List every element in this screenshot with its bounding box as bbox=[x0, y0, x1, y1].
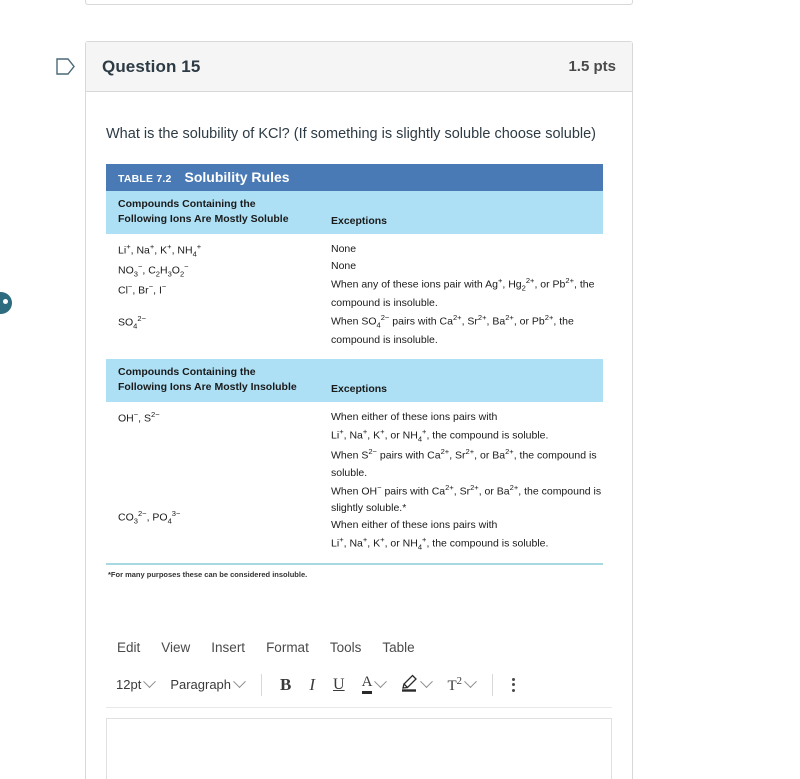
block-format-value: Paragraph bbox=[170, 677, 232, 692]
exception-text: When either of these ions pairs with Li+,… bbox=[331, 519, 549, 552]
soluble-exceptions-column: None None When any of these ions pair wi… bbox=[331, 241, 603, 349]
soluble-col1-header-line2: Following Ions Are Mostly Soluble bbox=[118, 212, 289, 225]
quiz-page: Question 15 1.5 pts What is the solubili… bbox=[0, 0, 800, 779]
question-body: What is the solubility of KCl? (If somet… bbox=[86, 92, 632, 779]
menu-format[interactable]: Format bbox=[258, 637, 317, 658]
table-name-label: Solubility Rules bbox=[184, 168, 290, 185]
flag-outline-icon[interactable] bbox=[56, 58, 75, 75]
soluble-section-header: Compounds Containing the Following Ions … bbox=[106, 190, 603, 235]
table-footnote: *For many purposes these can be consider… bbox=[108, 570, 308, 579]
bold-button[interactable]: B bbox=[272, 671, 299, 699]
solubility-rules-table: TABLE 7.2 Solubility Rules Compounds Con… bbox=[106, 163, 603, 579]
text-color-button[interactable]: A bbox=[355, 671, 393, 698]
highlight-color-button[interactable] bbox=[394, 670, 438, 699]
exception-text: When any of these ions pair with Ag+, Hg… bbox=[331, 276, 595, 310]
menu-tools[interactable]: Tools bbox=[322, 637, 370, 658]
menu-view[interactable]: View bbox=[153, 637, 198, 658]
question-header: Question 15 1.5 pts bbox=[86, 42, 632, 92]
highlighter-pen-icon bbox=[401, 674, 418, 695]
menu-table[interactable]: Table bbox=[374, 637, 422, 658]
insoluble-col1-header: Compounds Containing the Following Ions … bbox=[106, 365, 331, 395]
ion-formula: SO42− bbox=[118, 314, 146, 331]
font-size-dropdown[interactable]: 12pt bbox=[109, 673, 161, 696]
exception-text: None bbox=[331, 260, 357, 273]
ion-formula: CO32−, PO43− bbox=[118, 508, 181, 526]
question-card: Question 15 1.5 pts What is the solubili… bbox=[85, 41, 633, 779]
insoluble-col1-header-line1: Compounds Containing the bbox=[118, 365, 256, 378]
chevron-down-icon bbox=[143, 675, 157, 689]
soluble-ions-column: Li+, Na+, K+, NH4+ NO3−, C2H3O2− Cl−, Br… bbox=[106, 241, 331, 349]
table-title-bar: TABLE 7.2 Solubility Rules bbox=[106, 163, 603, 191]
insoluble-section-rows: OH−, S2− CO32−, PO43− When either of the… bbox=[106, 402, 603, 554]
navigation-indicator-dot[interactable] bbox=[0, 292, 12, 314]
exception-text: When OH− pairs with Ca2+, Sr2+, or Ba2+,… bbox=[331, 482, 602, 515]
italic-icon: I bbox=[309, 674, 316, 694]
menu-insert[interactable]: Insert bbox=[203, 637, 253, 658]
chevron-down-icon bbox=[464, 675, 477, 689]
insoluble-exceptions-column: When either of these ions pairs with Li+,… bbox=[331, 409, 603, 554]
chevron-down-icon bbox=[233, 675, 246, 689]
exception-text: When either of these ions pairs with Li+,… bbox=[331, 411, 549, 444]
question-title: Question 15 bbox=[102, 56, 201, 76]
exception-text: When S2− pairs with Ca2+, Sr2+, or Ba2+,… bbox=[331, 447, 597, 479]
editor-toolbar: 12pt Paragraph B I U A T2 bbox=[106, 664, 612, 708]
editor-menubar: Edit View Insert Format Tools Table bbox=[106, 637, 612, 664]
ion-formula: NO3−, C2H3O2− bbox=[118, 262, 189, 279]
text-color-icon: A bbox=[361, 674, 373, 694]
toolbar-divider bbox=[261, 673, 263, 696]
insoluble-col2-header: Exceptions bbox=[331, 383, 388, 396]
bold-icon: B bbox=[280, 674, 292, 694]
italic-button[interactable]: I bbox=[301, 671, 323, 699]
previous-question-card bbox=[85, 0, 633, 5]
toolbar-divider bbox=[492, 673, 494, 696]
soluble-col1-header-line1: Compounds Containing the bbox=[118, 197, 256, 210]
ion-formula: Li+, Na+, K+, NH4+ bbox=[118, 242, 202, 259]
underline-button[interactable]: U bbox=[325, 672, 353, 698]
soluble-section-rows: Li+, Na+, K+, NH4+ NO3−, C2H3O2− Cl−, Br… bbox=[106, 234, 603, 349]
more-options-icon[interactable] bbox=[503, 673, 524, 697]
chevron-down-icon bbox=[420, 675, 434, 689]
superscript-button[interactable]: T2 bbox=[440, 671, 482, 699]
exception-text: None bbox=[331, 243, 357, 256]
question-prompt: What is the solubility of KCl? (If somet… bbox=[106, 126, 597, 142]
ion-formula: OH−, S2− bbox=[118, 410, 160, 425]
superscript-icon: T2 bbox=[447, 674, 463, 694]
insoluble-section-header: Compounds Containing the Following Ions … bbox=[106, 358, 603, 403]
soluble-col1-header: Compounds Containing the Following Ions … bbox=[106, 197, 331, 227]
insoluble-ions-column: OH−, S2− CO32−, PO43− bbox=[106, 409, 331, 554]
chevron-down-icon bbox=[374, 675, 388, 689]
ion-formula: Cl−, Br−, I− bbox=[118, 281, 167, 297]
block-format-dropdown[interactable]: Paragraph bbox=[163, 673, 251, 696]
menu-edit[interactable]: Edit bbox=[109, 637, 148, 658]
answer-text-editor[interactable] bbox=[106, 718, 612, 779]
table-number-label: TABLE 7.2 bbox=[118, 172, 172, 185]
exception-text: When SO42− pairs with Ca2+, Sr2+, Ba2+, … bbox=[331, 313, 574, 346]
underline-icon: U bbox=[333, 675, 345, 693]
rich-content-editor: Edit View Insert Format Tools Table 12pt… bbox=[106, 637, 612, 779]
font-size-value: 12pt bbox=[116, 677, 142, 692]
soluble-col2-header: Exceptions bbox=[331, 215, 388, 228]
insoluble-col1-header-line2: Following Ions Are Mostly Insoluble bbox=[118, 381, 297, 394]
question-points: 1.5 pts bbox=[568, 58, 616, 75]
